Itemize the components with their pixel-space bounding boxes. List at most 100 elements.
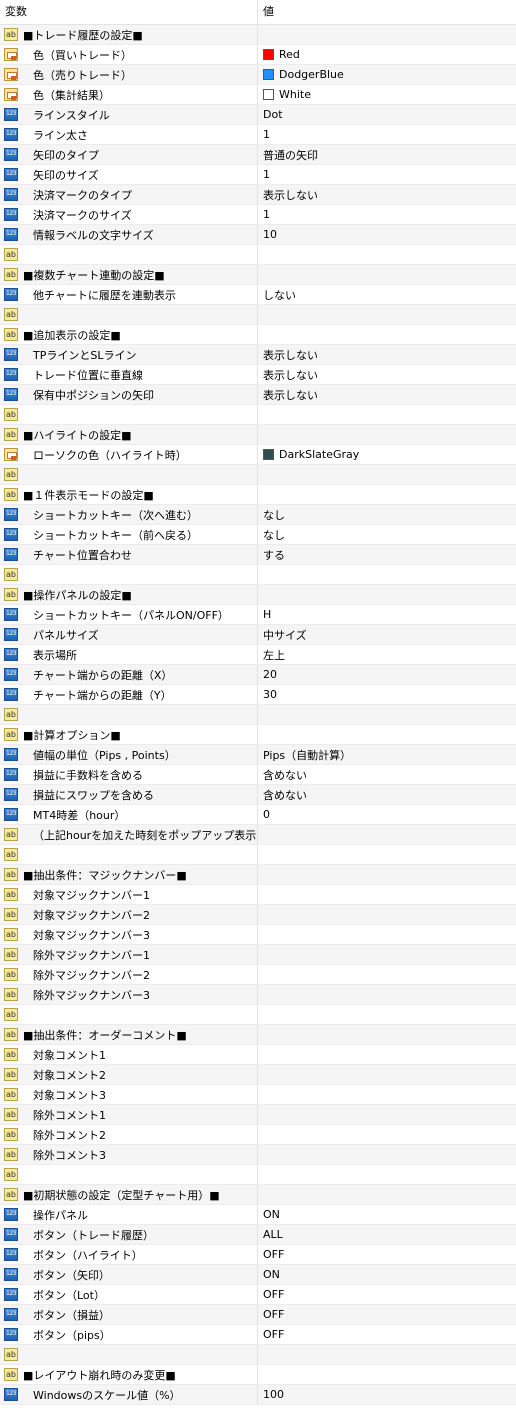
parameter-row[interactable]: 色（買いトレード） Red — [0, 45, 516, 65]
parameter-value-cell[interactable]: しない — [258, 285, 516, 304]
parameter-name-cell[interactable]: ラインスタイル — [0, 105, 258, 124]
parameter-value-cell[interactable]: OFF — [258, 1305, 516, 1324]
parameter-name-cell[interactable] — [0, 305, 258, 324]
parameter-row[interactable] — [0, 245, 516, 265]
parameter-value-cell[interactable]: Dot — [258, 105, 516, 124]
parameter-value-cell[interactable] — [258, 845, 516, 864]
parameter-value-cell[interactable]: OFF — [258, 1285, 516, 1304]
parameter-row[interactable]: Windowsのスケール値（%） 100 — [0, 1385, 516, 1405]
parameter-name-cell[interactable] — [0, 1345, 258, 1364]
parameter-row[interactable]: ボタン（矢印） ON — [0, 1265, 516, 1285]
parameter-value-cell[interactable] — [258, 1085, 516, 1104]
parameter-row[interactable]: ラインスタイル Dot — [0, 105, 516, 125]
parameter-value-cell[interactable]: 表示しない — [258, 385, 516, 404]
parameter-value-cell[interactable] — [258, 25, 516, 44]
section-header-row[interactable]: ■複数チャート連動の設定■ — [0, 265, 516, 285]
parameter-row[interactable] — [0, 1005, 516, 1025]
parameter-value-cell[interactable]: H — [258, 605, 516, 624]
parameter-name-cell[interactable]: ■複数チャート連動の設定■ — [0, 265, 258, 284]
column-header-variable[interactable]: 変数 — [0, 0, 258, 24]
parameter-value-cell[interactable]: 中サイズ — [258, 625, 516, 644]
parameter-row[interactable] — [0, 1165, 516, 1185]
parameter-name-cell[interactable]: ■操作パネルの設定■ — [0, 585, 258, 604]
parameter-row[interactable]: 対象マジックナンバー3 — [0, 925, 516, 945]
parameter-value-cell[interactable] — [258, 325, 516, 344]
parameter-row[interactable]: ローソクの色（ハイライト時） DarkSlateGray — [0, 445, 516, 465]
parameter-name-cell[interactable]: 決済マークのサイズ — [0, 205, 258, 224]
parameter-row[interactable]: 損益に手数料を含める 含めない — [0, 765, 516, 785]
parameter-row[interactable]: ボタン（トレード履歴） ALL — [0, 1225, 516, 1245]
parameter-value-cell[interactable] — [258, 885, 516, 904]
parameter-row[interactable]: 損益にスワップを含める 含めない — [0, 785, 516, 805]
parameter-row[interactable]: 除外マジックナンバー3 — [0, 985, 516, 1005]
parameter-value-cell[interactable]: 含めない — [258, 785, 516, 804]
parameter-value-cell[interactable]: White — [258, 85, 516, 104]
parameter-value-cell[interactable]: 100 — [258, 1385, 516, 1404]
parameter-value-cell[interactable] — [258, 925, 516, 944]
parameter-name-cell[interactable]: ■追加表示の設定■ — [0, 325, 258, 344]
parameter-value-cell[interactable] — [258, 905, 516, 924]
parameter-value-cell[interactable]: OFF — [258, 1325, 516, 1344]
parameter-name-cell[interactable]: （上記hourを加えた時刻をポップアップ表示... — [0, 825, 258, 844]
parameter-name-cell[interactable]: 損益にスワップを含める — [0, 785, 258, 804]
parameter-name-cell[interactable]: 色（集計結果） — [0, 85, 258, 104]
parameter-row[interactable]: TPラインとSLライン 表示しない — [0, 345, 516, 365]
parameter-row[interactable] — [0, 465, 516, 485]
section-header-row[interactable]: ■トレード履歴の設定■ — [0, 25, 516, 45]
parameter-row[interactable]: 対象コメント2 — [0, 1065, 516, 1085]
parameter-name-cell[interactable]: 損益に手数料を含める — [0, 765, 258, 784]
parameter-name-cell[interactable]: ■初期状態の設定（定型チャート用）■ — [0, 1185, 258, 1204]
parameter-row[interactable]: 対象コメント1 — [0, 1045, 516, 1065]
parameter-value-cell[interactable]: 0 — [258, 805, 516, 824]
parameter-value-cell[interactable] — [258, 1365, 516, 1384]
parameter-name-cell[interactable]: 色（売りトレード） — [0, 65, 258, 84]
parameter-row[interactable]: チャート位置合わせ する — [0, 545, 516, 565]
parameter-name-cell[interactable]: ボタン（ハイライト） — [0, 1245, 258, 1264]
parameter-name-cell[interactable]: ボタン（矢印） — [0, 1265, 258, 1284]
parameter-name-cell[interactable]: 対象マジックナンバー1 — [0, 885, 258, 904]
parameter-value-cell[interactable]: 30 — [258, 685, 516, 704]
parameter-name-cell[interactable]: 対象コメント3 — [0, 1085, 258, 1104]
parameter-name-cell[interactable] — [0, 705, 258, 724]
parameter-value-cell[interactable] — [258, 825, 516, 844]
parameter-name-cell[interactable] — [0, 1005, 258, 1024]
parameter-value-cell[interactable]: なし — [258, 505, 516, 524]
parameter-row[interactable]: 除外コメント1 — [0, 1105, 516, 1125]
parameter-row[interactable]: ショートカットキー（前へ戻る） なし — [0, 525, 516, 545]
parameter-name-cell[interactable]: 除外コメント2 — [0, 1125, 258, 1144]
parameter-name-cell[interactable]: ローソクの色（ハイライト時） — [0, 445, 258, 464]
section-header-row[interactable]: ■追加表示の設定■ — [0, 325, 516, 345]
parameter-name-cell[interactable]: 対象コメント2 — [0, 1065, 258, 1084]
parameter-value-cell[interactable]: ON — [258, 1265, 516, 1284]
parameter-name-cell[interactable]: 表示場所 — [0, 645, 258, 664]
parameter-name-cell[interactable]: 色（買いトレード） — [0, 45, 258, 64]
parameter-value-cell[interactable] — [258, 1125, 516, 1144]
parameter-row[interactable]: 矢印のサイズ 1 — [0, 165, 516, 185]
parameter-row[interactable]: MT4時差（hour） 0 — [0, 805, 516, 825]
parameter-value-cell[interactable]: 左上 — [258, 645, 516, 664]
parameter-value-cell[interactable]: 表示しない — [258, 365, 516, 384]
parameter-value-cell[interactable] — [258, 585, 516, 604]
parameter-row[interactable]: 保有中ポジションの矢印 表示しない — [0, 385, 516, 405]
parameter-name-cell[interactable]: TPラインとSLライン — [0, 345, 258, 364]
parameter-name-cell[interactable] — [0, 465, 258, 484]
parameter-row[interactable]: ボタン（Lot） OFF — [0, 1285, 516, 1305]
parameter-value-cell[interactable]: ON — [258, 1205, 516, 1224]
parameter-name-cell[interactable] — [0, 245, 258, 264]
parameter-value-cell[interactable]: 表示しない — [258, 185, 516, 204]
parameter-value-cell[interactable] — [258, 1185, 516, 1204]
parameter-name-cell[interactable]: 対象マジックナンバー2 — [0, 905, 258, 924]
column-header-value[interactable]: 値 — [258, 0, 516, 24]
parameter-row[interactable]: 矢印のタイプ 普通の矢印 — [0, 145, 516, 165]
parameter-row[interactable]: 除外コメント3 — [0, 1145, 516, 1165]
parameter-row[interactable] — [0, 1345, 516, 1365]
parameter-value-cell[interactable] — [258, 1345, 516, 1364]
parameter-row[interactable]: 対象コメント3 — [0, 1085, 516, 1105]
parameter-row[interactable]: パネルサイズ 中サイズ — [0, 625, 516, 645]
parameter-value-cell[interactable] — [258, 865, 516, 884]
parameter-name-cell[interactable]: チャート端からの距離（Y） — [0, 685, 258, 704]
parameter-value-cell[interactable] — [258, 945, 516, 964]
parameter-name-cell[interactable]: ■抽出条件：オーダーコメント■ — [0, 1025, 258, 1044]
section-header-row[interactable]: ■抽出条件：マジックナンバー■ — [0, 865, 516, 885]
parameter-value-cell[interactable]: 含めない — [258, 765, 516, 784]
